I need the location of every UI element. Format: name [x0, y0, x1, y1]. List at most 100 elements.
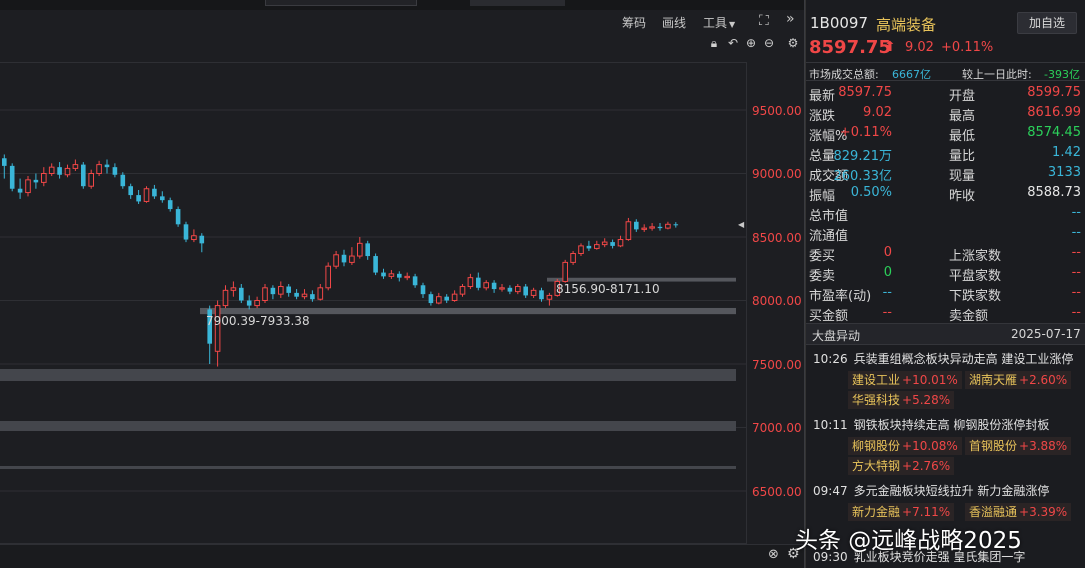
candle	[649, 223, 655, 231]
gear-icon[interactable]: ⚙	[786, 36, 800, 50]
stock-tag-name: 建设工业	[852, 373, 901, 387]
quote-value: --	[882, 305, 892, 320]
zoom-in-icon[interactable]: ⊕	[744, 36, 758, 50]
lock-icon[interactable]: 🔒︎	[707, 36, 721, 50]
price-zones	[0, 277, 736, 469]
candles	[2, 154, 679, 367]
candle	[167, 197, 173, 212]
candle	[673, 222, 679, 228]
close-icon[interactable]: ⊗	[768, 547, 779, 562]
candle	[222, 285, 229, 309]
candle	[9, 163, 15, 192]
candle	[286, 283, 291, 297]
candle	[17, 178, 23, 199]
support-band	[0, 421, 736, 431]
quote-value: 829.21万	[833, 149, 893, 164]
candle	[476, 272, 481, 291]
top-tab[interactable]	[470, 0, 565, 6]
quote-label: 平盘家数	[949, 269, 1002, 284]
quote-label: 总量	[809, 149, 836, 164]
range-label-mid: 8156.90-8171.10	[556, 282, 660, 296]
stock-tag[interactable]: 华强科技 +5.28%	[848, 391, 955, 409]
stock-tag[interactable]: 首钢股份 +3.88%	[965, 437, 1072, 455]
quote-value: --	[1071, 205, 1081, 220]
chart-area[interactable]: 筹码 画线 工具 ▼ ⛶ » 🔒︎ ↶ ⊕ ⊖ ⚙ 9500.00 9000.00…	[0, 0, 804, 568]
collapse-panel-icon[interactable]: »	[786, 11, 795, 27]
candle	[48, 163, 55, 177]
undo-icon[interactable]: ↶	[726, 36, 740, 50]
candle	[523, 283, 528, 298]
candle	[33, 173, 39, 189]
market-alert-header: 大盘异动 2025-07-17	[806, 323, 1085, 345]
candle	[625, 217, 632, 241]
top-strip	[0, 0, 804, 10]
candle	[301, 289, 308, 300]
candle	[546, 292, 553, 306]
candle	[317, 283, 324, 301]
alert-text: 钢铁板块持续走高 柳钢股份涨停封板	[853, 418, 1050, 432]
candle	[143, 186, 150, 203]
stock-tag-name: 香溢融通	[969, 505, 1018, 519]
y-tick-label: 6500.00	[752, 485, 802, 499]
quote-value: --	[1071, 285, 1081, 300]
kline-chart[interactable]	[0, 62, 804, 544]
stock-tag[interactable]: 柳钢股份 +10.08%	[848, 437, 962, 455]
turnover-label: 市场成交总额:	[809, 68, 879, 81]
candle	[586, 240, 592, 251]
quote-label: 昨收	[949, 189, 976, 204]
stock-tag[interactable]: 湖南天雁 +2.60%	[965, 371, 1072, 389]
quote-label: 市盈率(动)	[809, 289, 872, 304]
y-tick-label: 9500.00	[752, 104, 802, 118]
alert-time: 09:47	[813, 484, 848, 498]
stock-tag[interactable]: 香溢融通 +3.39%	[965, 503, 1072, 521]
candle	[278, 281, 284, 298]
candle	[428, 291, 434, 306]
quote-row: 总市值 --	[809, 205, 1081, 225]
quote-row: 涨幅% +0.11% 最低 8574.45	[809, 125, 1081, 145]
candle	[539, 287, 544, 302]
y-tick-label: 8500.00	[752, 231, 802, 245]
zoom-out-icon[interactable]: ⊖	[762, 36, 776, 50]
watermark: 头条 @远峰战略2025	[795, 528, 1022, 554]
candle	[230, 281, 237, 297]
stock-tag-pct: +3.39%	[1019, 505, 1068, 519]
quote-value: 9.02	[863, 105, 892, 120]
draw-line-button[interactable]: 画线	[662, 14, 686, 31]
price-change: 9.02	[905, 40, 934, 55]
top-tab[interactable]	[265, 0, 417, 6]
stock-tag-pct: +10.01%	[902, 373, 958, 387]
candle	[665, 221, 671, 230]
tools-menu[interactable]: 工具 ▼	[703, 14, 735, 31]
alert-item[interactable]: 10:26 兵装重组概念板块异动走高 建设工业涨停	[813, 350, 1073, 367]
stock-tag[interactable]: 方大特钢 +2.76%	[848, 457, 955, 475]
quote-label: 最低	[949, 129, 976, 144]
candle	[459, 283, 466, 297]
y-tick-label: 8000.00	[752, 294, 802, 308]
quote-value: 8616.99	[1027, 105, 1081, 120]
quote-value: 260.33亿	[833, 169, 893, 184]
quote-label: 涨跌	[809, 109, 836, 124]
stock-tag[interactable]: 建设工业 +10.01%	[848, 371, 962, 389]
stock-tag[interactable]: 新力金融 +7.11%	[848, 503, 955, 521]
stock-tag-pct: +5.28%	[902, 393, 951, 407]
quote-value: +0.11%	[839, 125, 892, 140]
quote-value: 1.42	[1052, 145, 1081, 160]
candle	[578, 243, 584, 257]
candle	[96, 160, 102, 177]
indicator-bar[interactable]: ⊗ ⚙	[0, 544, 804, 568]
quote-label: 买金额	[809, 309, 849, 324]
candle	[120, 172, 126, 189]
candle	[373, 253, 378, 276]
candle	[594, 240, 600, 250]
alert-item[interactable]: 10:11 钢铁板块持续走高 柳钢股份涨停封板	[813, 416, 1049, 433]
fullscreen-icon[interactable]: ⛶	[759, 13, 769, 29]
candle	[41, 167, 47, 187]
candle	[254, 296, 260, 309]
alert-text: 兵装重组概念板块异动走高 建设工业涨停	[853, 352, 1074, 366]
alert-text: 多元金融板块短线拉升 新力金融涨停	[853, 484, 1050, 498]
add-watchlist-button[interactable]: 加自选	[1017, 12, 1077, 34]
alert-item[interactable]: 09:47 多元金融板块短线拉升 新力金融涨停	[813, 482, 1049, 499]
quote-label: 委买	[809, 249, 836, 264]
alert-time: 10:11	[813, 418, 848, 432]
chips-button[interactable]: 筹码	[622, 14, 646, 31]
